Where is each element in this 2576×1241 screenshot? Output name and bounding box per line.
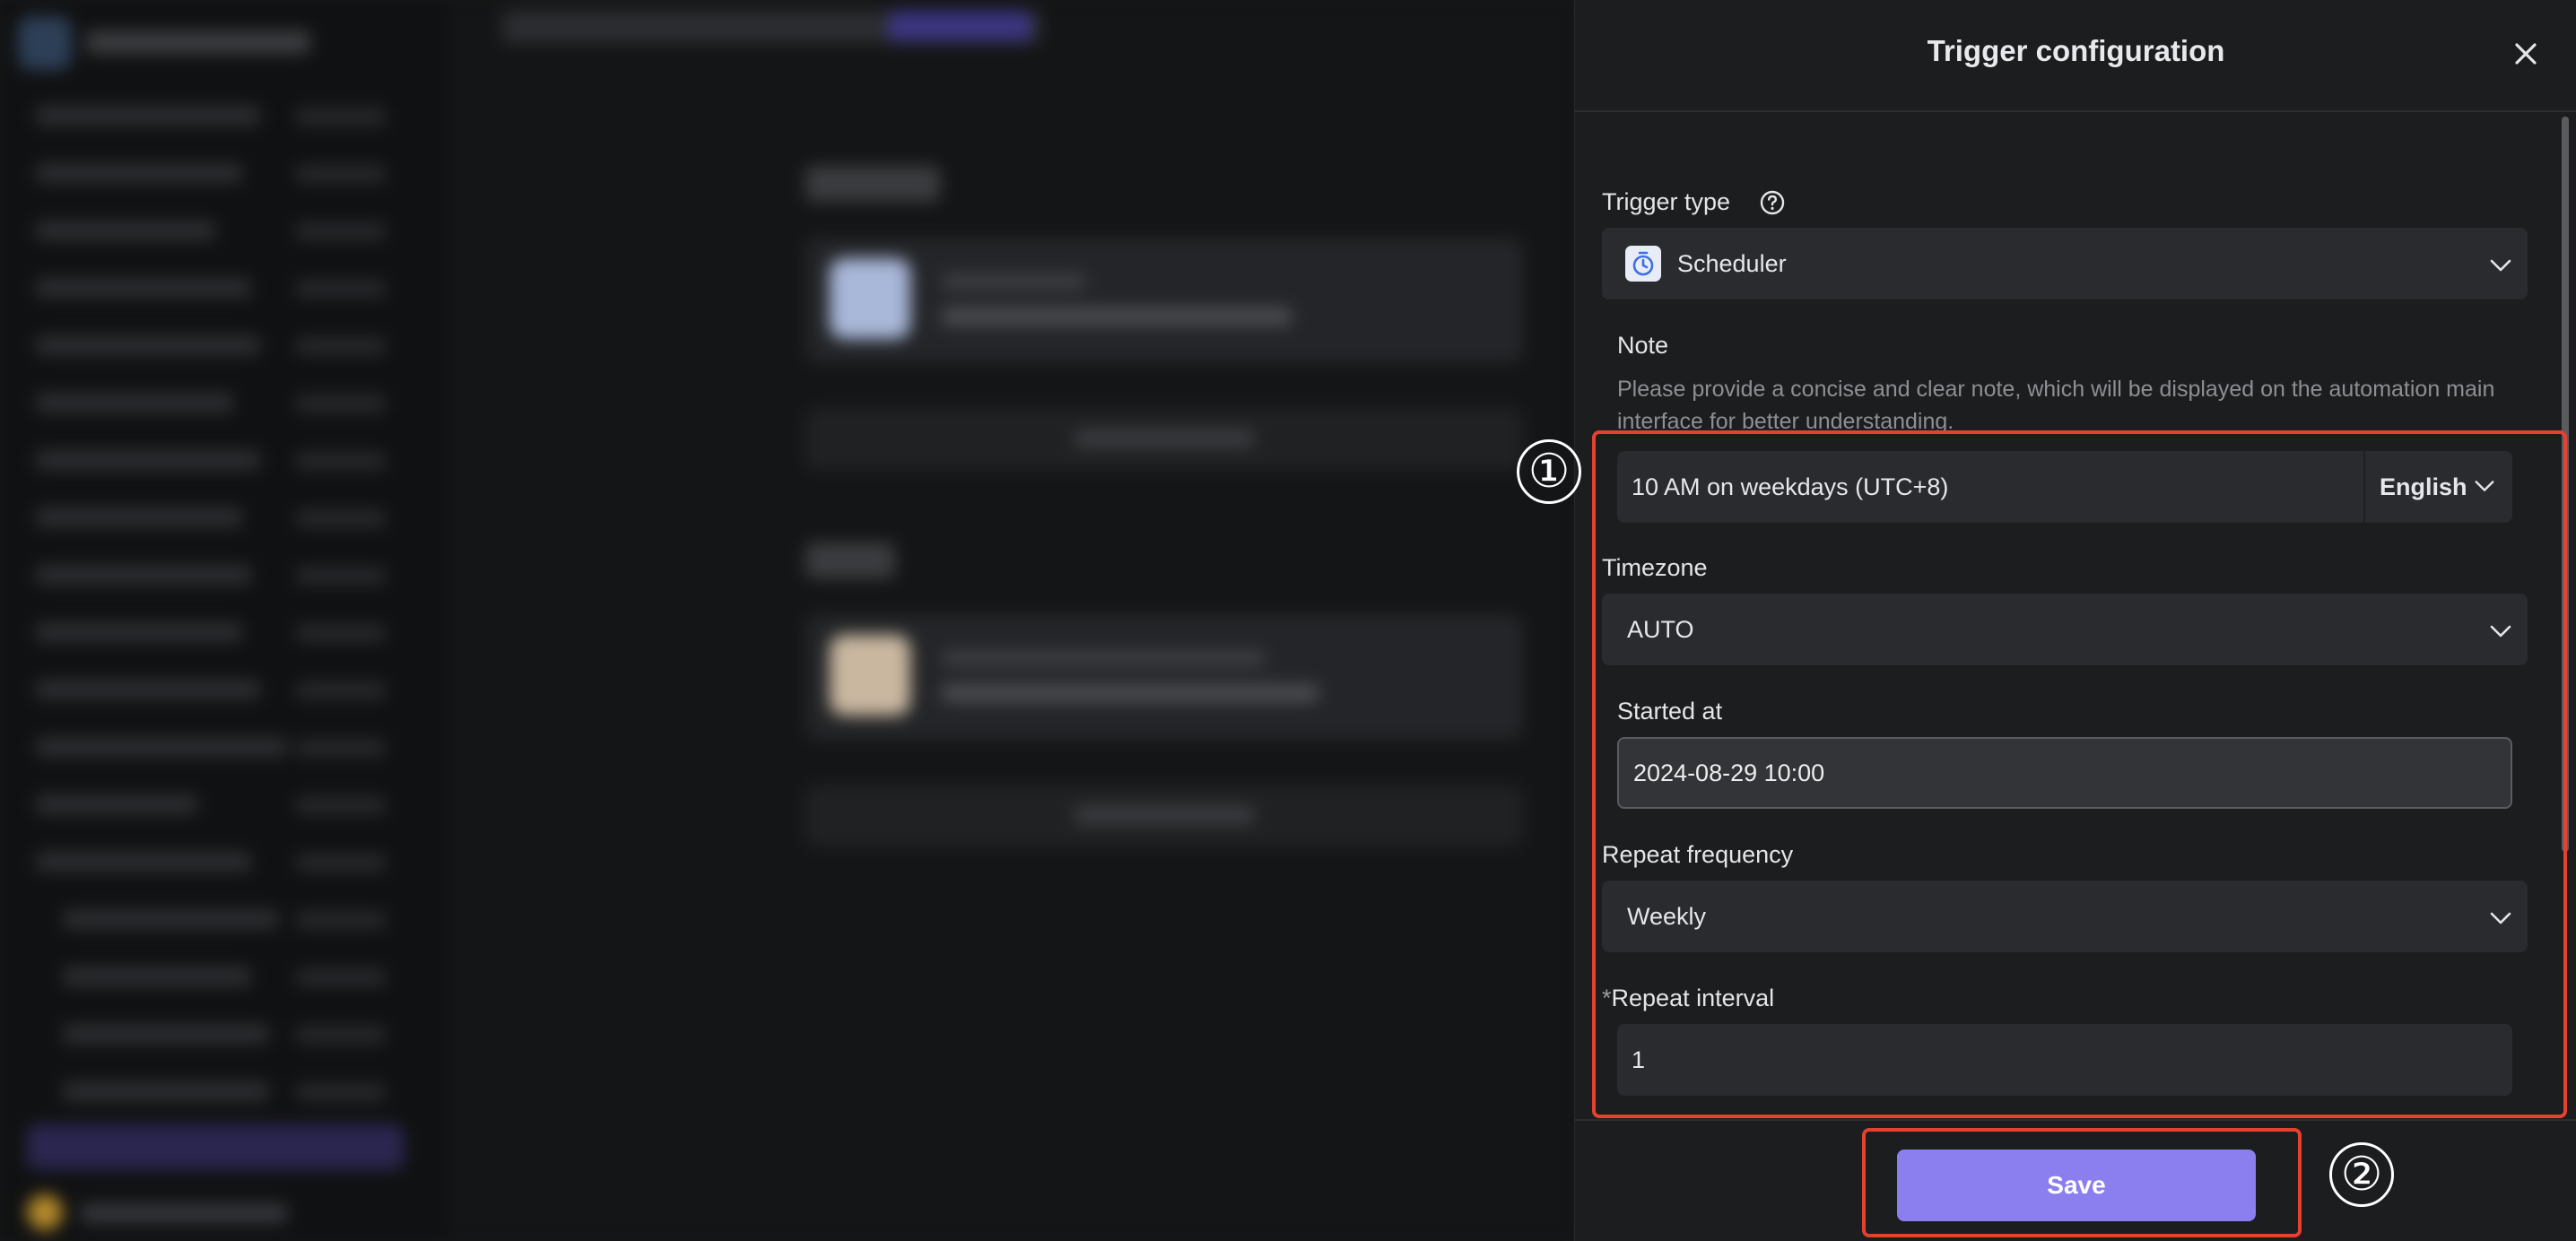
trigger-type-label: Trigger type (1602, 188, 1731, 215)
scheduler-icon (1625, 246, 1661, 282)
annotation-box-1 (1592, 430, 2567, 1118)
footer-divider (1575, 1119, 2576, 1121)
close-button[interactable] (2508, 36, 2544, 72)
background-sidebar (0, 0, 448, 1241)
annotation-step-1: ① (1517, 439, 1581, 504)
note-description: Please provide a concise and clear note,… (1617, 377, 2495, 434)
drawer-title: Trigger configuration (1927, 34, 2225, 67)
trigger-type-value: Scheduler (1677, 250, 1787, 277)
help-icon[interactable] (1759, 189, 1786, 216)
background-app-blurred (0, 0, 1574, 1241)
background-active-item (27, 1124, 404, 1169)
close-icon (2515, 43, 2537, 65)
chevron-down-icon (2490, 259, 2511, 272)
background-avatar (27, 1194, 63, 1230)
annotation-box-2 (1862, 1128, 2302, 1237)
background-logo (18, 16, 72, 70)
note-label: Note (1617, 332, 1669, 359)
background-space-title (86, 30, 310, 54)
drawer-header: Trigger configuration (1575, 0, 2576, 112)
trigger-configuration-drawer: Trigger configuration Trigger type Sched… (1517, 0, 2576, 1241)
annotation-step-2: ② (2329, 1142, 2394, 1207)
screen: Trigger configuration Trigger type Sched… (0, 0, 2576, 1241)
trigger-type-select[interactable]: Scheduler (1602, 228, 2528, 299)
